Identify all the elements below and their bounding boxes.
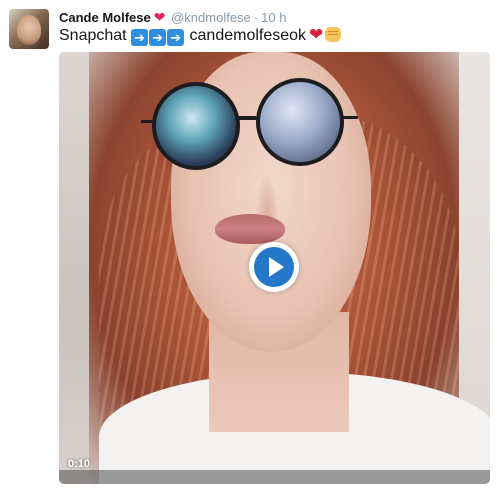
sunglasses-lens-right: [256, 78, 344, 166]
fist-bump-icon: [325, 27, 342, 42]
sunglasses-temple: [342, 116, 358, 119]
right-arrow-icon: ➔: [149, 29, 167, 46]
sunglasses-lens-left: [152, 82, 240, 170]
lips: [215, 214, 285, 244]
right-arrow-icon: ➔: [167, 29, 185, 46]
avatar-face: [17, 15, 41, 45]
author-handle[interactable]: @kndmolfese: [171, 10, 251, 25]
play-button[interactable]: [249, 242, 299, 292]
sunglasses-bridge: [235, 116, 257, 120]
author-name[interactable]: Cande Molfese: [59, 10, 151, 25]
video-player[interactable]: 0:10: [59, 52, 490, 484]
heart-icon: ❤: [153, 9, 166, 25]
video-duration: 0:10: [68, 458, 91, 470]
tweet: Cande Molfese ❤ @kndmolfese · 10 h Snapchat…: [0, 0, 500, 492]
tweet-text: Snapchat ➔ ➔ ➔ candemolfeseok ❤: [59, 24, 342, 47]
play-icon: [254, 247, 294, 287]
avatar[interactable]: [9, 9, 49, 49]
tweet-timestamp[interactable]: 10 h: [261, 10, 286, 25]
tweet-text-snapchat: Snapchat: [59, 27, 127, 44]
tweet-text-username: candemolfeseok: [189, 27, 307, 44]
video-controls-bar[interactable]: [59, 470, 490, 484]
separator-dot: ·: [253, 10, 259, 25]
heart-icon: ❤: [309, 25, 324, 44]
right-arrow-icon: ➔: [131, 29, 149, 46]
